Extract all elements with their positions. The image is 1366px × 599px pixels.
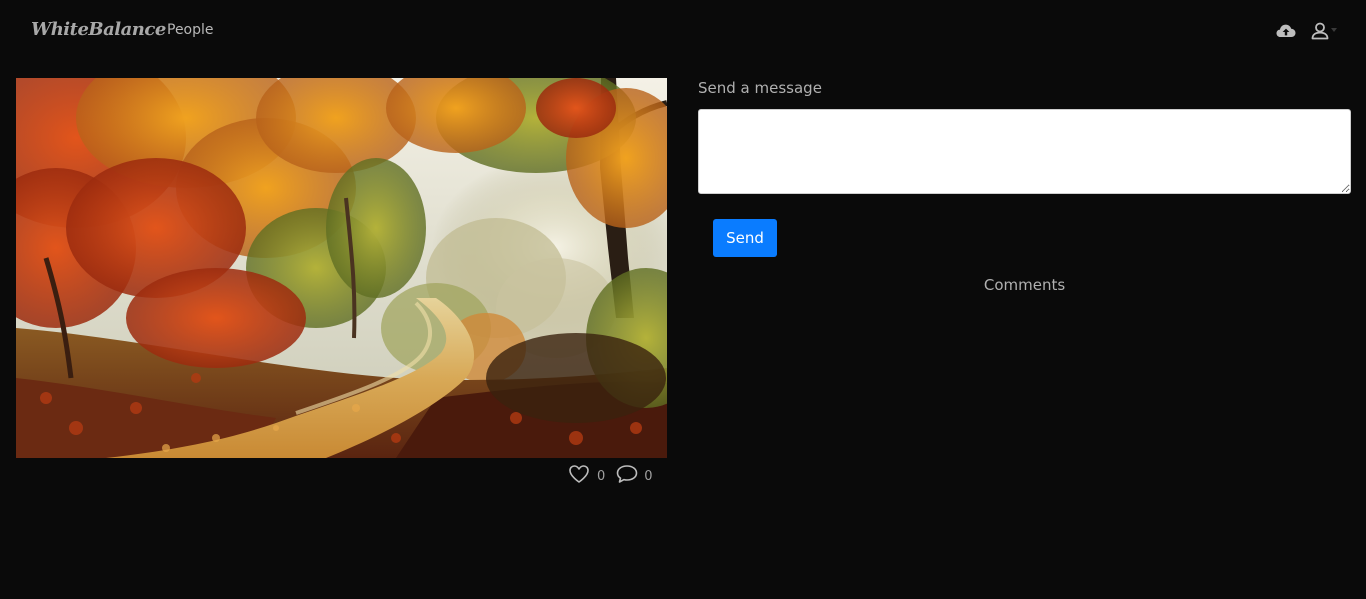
cloud-upload-icon[interactable]: [1275, 20, 1297, 42]
autumn-forest-path-image: [16, 78, 667, 458]
chevron-down-icon[interactable]: [1331, 28, 1337, 32]
heart-icon[interactable]: [568, 463, 590, 485]
post-photo[interactable]: [16, 78, 667, 458]
nav-link-people[interactable]: People: [167, 22, 214, 38]
like-count: 0: [597, 468, 606, 484]
send-message-label: Send a message: [698, 79, 822, 97]
brand-logo[interactable]: WhiteBalance: [31, 19, 166, 40]
message-input[interactable]: [698, 109, 1351, 194]
send-button[interactable]: Send: [713, 219, 777, 257]
user-icon[interactable]: [1309, 20, 1331, 42]
comment-count: 0: [644, 468, 653, 484]
post-stats: 0 0: [568, 462, 663, 486]
comment-icon[interactable]: [615, 463, 638, 485]
comments-heading: Comments: [983, 276, 1066, 294]
top-navbar: WhiteBalance People: [0, 0, 1366, 62]
